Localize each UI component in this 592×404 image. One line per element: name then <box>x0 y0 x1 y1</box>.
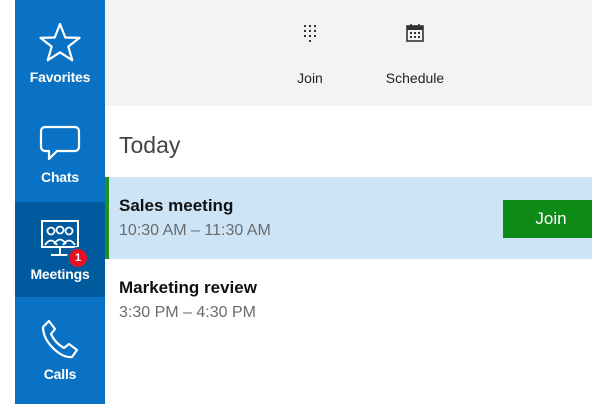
chat-bubble-icon <box>39 125 81 161</box>
star-icon <box>39 22 81 62</box>
nav-item-label: Calls <box>43 366 77 382</box>
calendar-icon <box>406 24 424 42</box>
join-tool-button[interactable]: Join <box>280 0 340 106</box>
nav-item-label: Chats <box>41 169 79 185</box>
schedule-tool-button[interactable]: Schedule <box>375 0 455 106</box>
section-title-today: Today <box>119 132 181 158</box>
meeting-title: Sales meeting <box>119 196 234 215</box>
dialpad-icon <box>304 25 316 42</box>
schedule-tool-label: Schedule <box>385 70 445 86</box>
join-tool-label: Join <box>297 70 323 86</box>
meeting-title: Marketing review <box>119 278 257 297</box>
nav-item-favorites[interactable]: Favorites <box>15 5 105 100</box>
meeting-time: 10:30 AM – 11:30 AM <box>119 222 271 239</box>
phone-icon <box>41 319 79 359</box>
app-window: Favorites Chats 1 Meetings Calls Join Sc… <box>0 0 592 404</box>
nav-item-label: Meetings <box>30 266 90 282</box>
meeting-item-marketing[interactable]: Marketing review 3:30 PM – 4:30 PM <box>105 259 592 341</box>
nav-item-label: Favorites <box>29 69 91 85</box>
rail-edge <box>0 0 15 404</box>
meeting-time: 3:30 PM – 4:30 PM <box>119 304 256 321</box>
nav-item-meetings[interactable]: 1 Meetings <box>15 202 105 297</box>
active-accent-bar <box>105 177 109 259</box>
meeting-item-sales[interactable]: Sales meeting 10:30 AM – 11:30 AM Join <box>105 177 592 259</box>
toolbar: Join Schedule <box>105 0 592 106</box>
nav-item-calls[interactable]: Calls <box>15 302 105 397</box>
nav-item-chats[interactable]: Chats <box>15 105 105 200</box>
join-meeting-button[interactable]: Join <box>503 200 592 238</box>
